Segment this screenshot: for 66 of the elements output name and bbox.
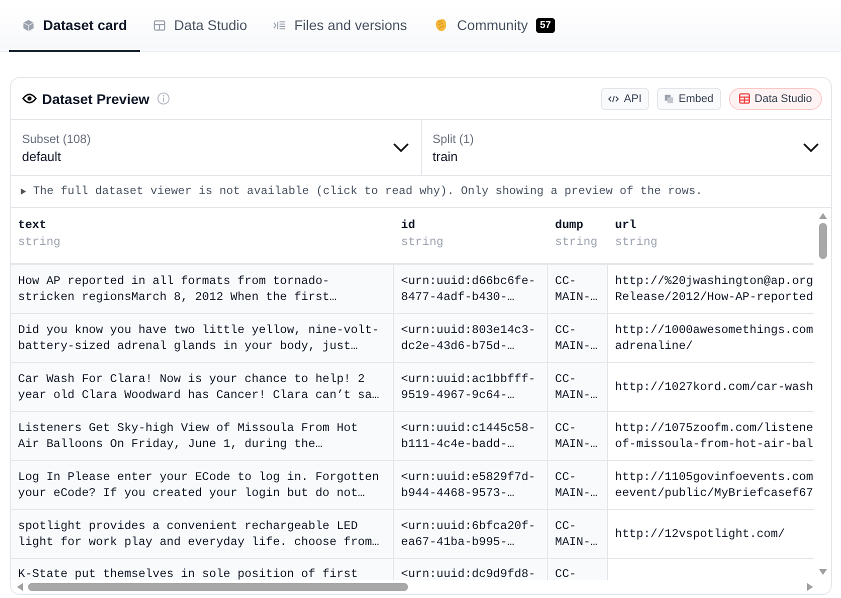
table-icon	[153, 18, 166, 32]
column-name[interactable]: id	[401, 218, 541, 232]
table-cell: http://%20jwashington@ap.orgRelease/2012/How-AP-reported	[615, 273, 814, 305]
tab[interactable]: Dataset card	[9, 0, 140, 52]
table-cell-text: Did you know you have two little yellow, nine-volt-battery-sized adrenal glands in your body, just…	[18, 322, 380, 354]
column-type: string	[18, 235, 62, 249]
cube-icon	[22, 18, 35, 32]
scrollbar-thumb[interactable]	[28, 583, 408, 591]
notice-text[interactable]: The full dataset viewer is not available (click to read why). Only showing a preview of the rows.	[33, 185, 702, 198]
table-cell-text: CC-MAIN-…	[555, 322, 598, 354]
table-cell: http://1000awesomethings.comadrenaline/	[615, 322, 814, 354]
column-type: string	[615, 235, 658, 249]
table-cell-text: <urn:uuid:c1445c58-b111-4c4e-badd-…	[401, 420, 537, 452]
table-cell: http://1027kord.com/car-wash	[615, 379, 814, 395]
table-cell-text: CC-MAIN-…	[555, 420, 598, 452]
table-cell-text: <urn:uuid:e5829f7d-b944-4468-9573-…	[401, 469, 537, 501]
table-cell-text: Log In Please enter your ECode to log in. Forgotten your eCode? If you created your login but do not…	[18, 469, 380, 501]
table-icon	[738, 93, 750, 104]
scroll-left-icon[interactable]	[16, 582, 24, 592]
table-cell-text: How AP reported in all formats from tornado-stricken regionsMarch 8, 2012 When the first…	[18, 273, 338, 305]
api-button[interactable]: API	[600, 88, 649, 110]
table-cell-text: CC-MAIN-…	[555, 518, 598, 550]
table-cell-text: CC-MAIN-…	[555, 371, 598, 403]
scroll-up-icon[interactable]	[818, 212, 828, 220]
column-name[interactable]: url	[615, 218, 809, 232]
column-name[interactable]: text	[18, 218, 387, 232]
select-label: Subset (108)	[22, 132, 91, 146]
select-label: Split (1)	[432, 132, 474, 146]
table-cell: <urn:uuid:dc9d9fd8-	[401, 566, 536, 580]
tab[interactable]: Files and versions	[260, 0, 420, 52]
preview-title: Dataset Preview	[42, 90, 150, 106]
data-studio-button[interactable]: Data Studio	[728, 88, 822, 110]
table-cell-text: Listeners Get Sky-high View of Missoula From Hot Air Balloons On Friday, June 1, during the…	[18, 420, 359, 452]
copy-icon	[664, 94, 674, 104]
embed-button[interactable]: Embed	[656, 88, 721, 110]
table-cell: http://12vspotlight.com/	[615, 526, 785, 542]
table-cell: http://1075zoofm.com/listeneof-missoula-from-hot-air-bal	[615, 420, 814, 452]
scrollbar-thumb[interactable]	[818, 223, 827, 259]
tab[interactable]: Community 57	[420, 0, 568, 52]
chevron-down-icon[interactable]	[392, 142, 408, 152]
eye-icon	[22, 93, 37, 104]
tab[interactable]: Data Studio	[140, 0, 260, 52]
code-icon	[608, 94, 619, 104]
info-icon[interactable]	[157, 92, 170, 105]
table-cell: K-State put themselves in sole position of first	[18, 566, 358, 580]
column-type: string	[401, 235, 444, 249]
file-list-icon	[273, 18, 286, 32]
disclosure-triangle-icon[interactable]	[20, 188, 27, 195]
table-cell-text: CC-MAIN-…	[555, 273, 598, 305]
table-cell-text: spotlight provides a convenient rechargeable LED light for work play and everyday life. choose from…	[18, 518, 380, 550]
chevron-down-icon[interactable]	[803, 142, 819, 152]
count-badge: 57	[536, 18, 555, 32]
column-name[interactable]: dump	[555, 218, 601, 232]
select-value: train	[432, 148, 459, 164]
table-cell-text: <urn:uuid:d66bc6fe-8477-4adf-b430-…	[401, 273, 537, 305]
column-type: string	[555, 235, 598, 249]
table-cell: http://1105govinfoevents.comeevent/public/MyBriefcasef67	[615, 469, 814, 501]
table-cell-text: <urn:uuid:6bfca20f-ea67-41ba-b995-…	[401, 518, 537, 550]
table-cell-text: <urn:uuid:803e14c3-dc2e-43d6-b75d-…	[401, 322, 537, 354]
table-cell: CC-	[555, 566, 576, 580]
select-value: default	[22, 148, 62, 164]
table-cell-text: CC-MAIN-…	[555, 469, 598, 501]
scroll-right-icon[interactable]	[806, 582, 814, 592]
table-cell-text: <urn:uuid:ac1bbfff-9519-4967-9c64-…	[401, 371, 537, 403]
table-cell-text: Car Wash For Clara! Now is your chance to help! 2 year old Clara Woodward has Cancer! Clara can’t sa…	[18, 371, 380, 403]
scroll-down-icon[interactable]	[818, 568, 828, 576]
